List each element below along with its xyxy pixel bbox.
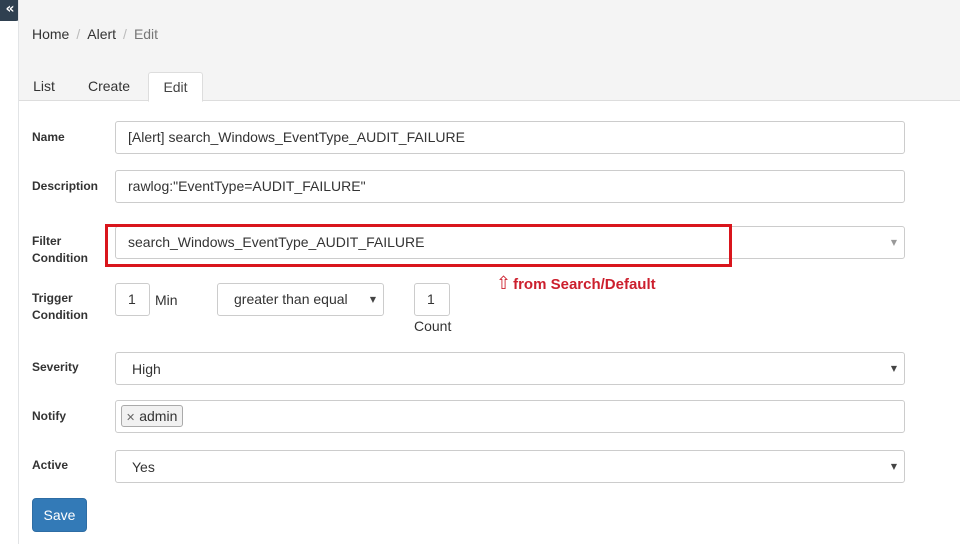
active-label: Active [32,458,69,472]
trigger-minutes-input[interactable]: 1 [115,283,150,316]
severity-select[interactable]: High ▼ [115,352,905,385]
trigger-condition-label: Trigger Condition [32,291,88,322]
breadcrumb-separator: / [123,26,127,42]
breadcrumb-alert-link[interactable]: Alert [87,26,116,42]
minutes-unit-label: Min [155,292,178,308]
tab-list[interactable]: List [23,72,65,101]
trigger-operator-value: greater than equal [234,291,348,307]
active-select[interactable]: Yes ▼ [115,450,905,483]
name-label: Name [32,130,65,144]
breadcrumb-separator: / [76,26,81,42]
breadcrumb-current: Edit [133,26,159,42]
arrow-up-icon: ⇧ [496,273,512,294]
count-unit-label: Count [414,318,452,334]
name-input[interactable]: [Alert] search_Windows_EventType_AUDIT_F… [115,121,905,154]
notify-tag: ✕ admin [121,405,184,427]
annotation-text: from Search/Default [513,276,656,293]
filter-condition-value: search_Windows_EventType_AUDIT_FAILURE [128,234,425,250]
notify-tag-label: admin [139,408,178,424]
description-input[interactable]: rawlog:"EventType=AUDIT_FAILURE" [115,170,905,203]
chevron-down-icon: ▼ [369,295,376,304]
breadcrumb-home-link[interactable]: Home [32,26,69,42]
tab-create[interactable]: Create [80,72,138,101]
sidebar-collapse-icon[interactable]: « [0,0,20,21]
page-header: Home / Alert / Edit [19,0,960,72]
trigger-count-input[interactable]: 1 [414,283,450,316]
notify-label: Notify [32,409,66,423]
save-button[interactable]: Save [32,498,87,532]
chevron-down-icon: ▼ [890,462,897,471]
tab-bar: List Create Edit [19,72,960,102]
chevron-down-icon: ▼ [890,364,897,373]
filter-condition-label: Filter Condition [32,234,88,265]
active-value: Yes [132,459,155,475]
tab-edit[interactable]: Edit [148,72,203,102]
remove-tag-icon[interactable]: ✕ [126,411,135,424]
chevron-down-icon: ▼ [890,238,897,247]
filter-condition-select[interactable]: search_Windows_EventType_AUDIT_FAILURE ▼ [115,226,905,259]
breadcrumb: Home / Alert / Edit [32,26,158,42]
notify-input[interactable] [115,400,905,433]
annotation-note: ⇧ from Search/Default [496,273,656,294]
severity-value: High [132,361,161,377]
trigger-operator-select[interactable]: greater than equal ▼ [217,283,384,316]
description-label: Description [32,179,99,193]
severity-label: Severity [32,360,79,374]
